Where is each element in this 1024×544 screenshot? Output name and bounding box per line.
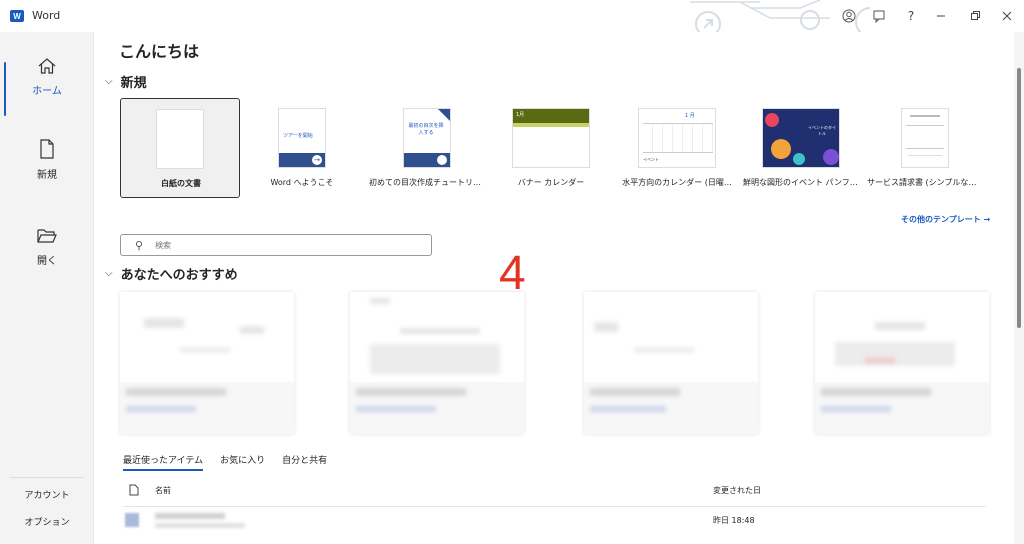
nav-home[interactable]: ホーム bbox=[0, 52, 94, 116]
nav-new-label: 新規 bbox=[37, 170, 57, 181]
thumbnail-text: 最初の目次を挿入する bbox=[408, 123, 444, 136]
file-type-icon bbox=[129, 484, 139, 496]
search-input[interactable] bbox=[155, 240, 406, 250]
template-label: バナー カレンダー bbox=[517, 178, 585, 187]
thumbnail-text: イベントのタイトル bbox=[808, 125, 836, 136]
template-toc-tutorial[interactable]: 最初の目次を挿入する 初めての目次作成チュートリアル bbox=[367, 98, 487, 198]
template-label: 白紙の文書 bbox=[161, 179, 201, 188]
template-label: 水平方向のカレンダー (日曜… bbox=[622, 178, 732, 187]
recommended-section-label: あなたへのおすすめ bbox=[120, 268, 238, 283]
tab-recent[interactable]: 最近使ったアイテム bbox=[123, 453, 204, 471]
recommended-card[interactable] bbox=[815, 292, 989, 434]
template-label: 鮮明な図形のイベント パンフレ… bbox=[743, 178, 861, 187]
help-button[interactable]: ? bbox=[900, 6, 922, 26]
page-title: こんにちは bbox=[119, 42, 200, 61]
template-welcome-to-word[interactable]: ツアーを開始 → Word へようこそ bbox=[242, 98, 362, 198]
template-horizontal-calendar[interactable]: 1 月 イベント 水平方向のカレンダー (日曜… bbox=[617, 98, 737, 198]
tab-shared[interactable]: 自分と共有 bbox=[282, 453, 327, 471]
minimize-button[interactable] bbox=[930, 6, 952, 26]
template-thumbnail: 1月 bbox=[512, 108, 590, 168]
file-tabs: 最近使ったアイテム お気に入り 自分と共有 bbox=[123, 453, 327, 471]
word-app-icon: W bbox=[10, 10, 24, 22]
chevron-down-icon: ⌵ bbox=[105, 76, 113, 87]
title-bar: W Word ? bbox=[0, 0, 1024, 32]
thumbnail-subtext: イベント bbox=[643, 157, 659, 162]
template-blank-document[interactable]: 白紙の文書 bbox=[120, 98, 240, 198]
thumbnail-text: 1月 bbox=[516, 112, 525, 118]
template-label: 初めての目次作成チュートリアル bbox=[369, 178, 487, 187]
main-content: こんにちは ⌵ 新規 白紙の文書 ツアーを開始 → Word へようこそ 最初の… bbox=[95, 32, 1012, 544]
template-thumbnail bbox=[156, 109, 204, 169]
nav-account[interactable]: アカウント bbox=[0, 488, 94, 501]
app-title: Word bbox=[32, 9, 61, 22]
scrollbar-thumb[interactable] bbox=[1017, 68, 1021, 328]
nav-new[interactable]: 新規 bbox=[0, 138, 94, 194]
restore-button[interactable] bbox=[964, 6, 986, 26]
template-thumbnail bbox=[901, 108, 949, 168]
template-label: サービス請求書 (シンプルな線… bbox=[867, 178, 985, 187]
folder-open-icon bbox=[37, 229, 57, 243]
new-section-header[interactable]: ⌵ 新規 bbox=[105, 72, 147, 91]
thumbnail-text: 1 月 bbox=[685, 113, 695, 119]
nav-divider bbox=[10, 477, 84, 478]
feedback-icon[interactable] bbox=[868, 6, 890, 26]
template-thumbnail: ツアーを開始 → bbox=[278, 108, 326, 168]
file-list-header: 名前 変更された日 bbox=[129, 484, 986, 500]
close-button[interactable] bbox=[996, 6, 1018, 26]
nav-open[interactable]: 開く bbox=[0, 226, 94, 282]
nav-open-label: 開く bbox=[37, 256, 57, 267]
nav-home-label: ホーム bbox=[32, 86, 62, 97]
search-icon: ⚲ bbox=[135, 238, 144, 252]
chevron-down-icon: ⌵ bbox=[105, 268, 113, 279]
file-row[interactable]: 昨日 18:48 bbox=[123, 506, 986, 530]
column-modified[interactable]: 変更された日 bbox=[713, 485, 761, 496]
recommended-card[interactable] bbox=[120, 292, 294, 434]
template-thumbnail: 1 月 イベント bbox=[638, 108, 716, 168]
template-banner-calendar[interactable]: 1月 バナー カレンダー bbox=[491, 98, 611, 198]
nav-options[interactable]: オプション bbox=[0, 515, 94, 528]
tab-favorites[interactable]: お気に入り bbox=[220, 453, 265, 471]
file-modified-date: 昨日 18:48 bbox=[713, 516, 755, 525]
home-icon bbox=[38, 58, 56, 74]
recommended-section-header[interactable]: ⌵ あなたへのおすすめ bbox=[105, 264, 238, 283]
new-document-icon bbox=[40, 139, 54, 159]
more-templates-link[interactable]: その他のテンプレート → bbox=[901, 214, 990, 225]
recommended-card[interactable] bbox=[350, 292, 524, 434]
account-icon[interactable] bbox=[838, 6, 860, 26]
template-thumbnail: イベントのタイトル bbox=[762, 108, 840, 168]
recommended-card[interactable] bbox=[584, 292, 758, 434]
thumbnail-text: ツアーを開始 bbox=[283, 133, 313, 139]
arrow-right-icon: → bbox=[312, 155, 322, 165]
vertical-scrollbar[interactable] bbox=[1014, 32, 1024, 544]
search-box[interactable]: ⚲ bbox=[120, 234, 432, 256]
word-file-icon bbox=[125, 513, 139, 527]
template-thumbnail: 最初の目次を挿入する bbox=[403, 108, 451, 168]
template-label: Word へようこそ bbox=[270, 178, 334, 187]
template-service-invoice[interactable]: サービス請求書 (シンプルな線… bbox=[865, 98, 985, 198]
new-section-label: 新規 bbox=[120, 76, 147, 91]
template-event-brochure[interactable]: イベントのタイトル 鮮明な図形のイベント パンフレ… bbox=[741, 98, 861, 198]
column-name[interactable]: 名前 bbox=[155, 485, 171, 496]
left-navigation: ホーム 新規 開く アカウント オプション bbox=[0, 32, 94, 544]
